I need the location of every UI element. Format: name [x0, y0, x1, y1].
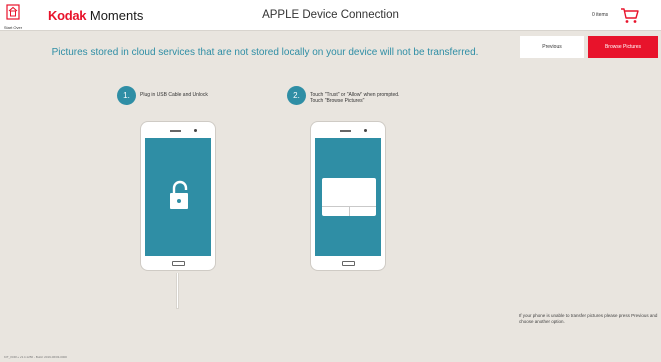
phone-illustration-unlock	[140, 121, 216, 271]
build-info: KIT_KDIK+ v3.4.1256 - Build: 2019-06/03-…	[4, 355, 67, 359]
page-title: APPLE Device Connection	[262, 9, 399, 21]
brand-suffix: Moments	[89, 8, 144, 23]
phone-camera	[194, 129, 197, 132]
phone-screen	[145, 138, 211, 256]
browse-pictures-button[interactable]: Browse Pictures	[588, 36, 658, 58]
unlock-icon	[170, 180, 188, 209]
cart-icon[interactable]	[620, 7, 639, 24]
phone-home-button	[172, 261, 185, 266]
start-over-button[interactable]: Start Over	[4, 4, 22, 30]
brand-name: Kodak	[48, 8, 87, 23]
header-bar: Start Over Kodak Moments APPLE Device Co…	[0, 0, 661, 31]
step-2-number: 2.	[287, 86, 306, 105]
step-1-text: Plug in USB Cable and Unlock	[140, 92, 208, 98]
cloud-notice: Pictures stored in cloud services that a…	[51, 47, 479, 58]
cart-count[interactable]: 0 items	[592, 12, 608, 18]
phone-home-button	[342, 261, 355, 266]
step-2-text-line-2: Touch "Browse Pictures"	[310, 98, 365, 104]
step-2-text: Touch "Trust" or "Allow" when prompted. …	[310, 92, 399, 104]
transfer-help-note: If your phone is unable to transfer pict…	[519, 313, 658, 324]
phone-illustration-trust	[310, 121, 386, 271]
trust-dialog-illustration	[322, 178, 376, 216]
brand-logo: Kodak Moments	[48, 8, 143, 23]
phone-screen	[315, 138, 381, 256]
dialog-divider	[349, 206, 350, 216]
phone-speaker	[170, 130, 181, 132]
home-icon	[6, 4, 20, 20]
usb-cable	[176, 273, 179, 309]
previous-button[interactable]: Previous	[520, 36, 584, 58]
step-1-number: 1.	[117, 86, 136, 105]
phone-camera	[364, 129, 367, 132]
start-over-label: Start Over	[3, 25, 23, 30]
phone-speaker	[340, 130, 351, 132]
